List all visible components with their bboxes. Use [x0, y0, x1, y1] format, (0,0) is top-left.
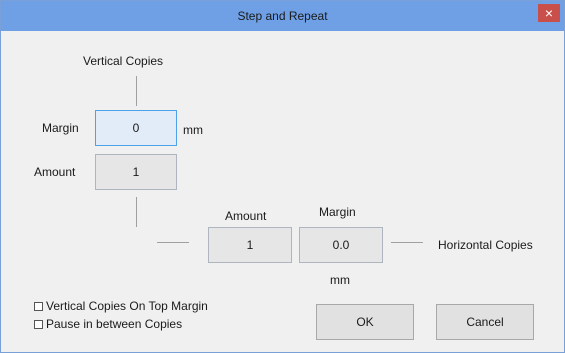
- horizontal-copies-label: Horizontal Copies: [438, 238, 533, 252]
- cancel-button[interactable]: Cancel: [436, 304, 534, 340]
- checkbox-label: Pause in between Copies: [46, 317, 183, 331]
- step-and-repeat-dialog: Step and Repeat × Vertical Copies Margin…: [0, 0, 565, 353]
- vertical-margin-input[interactable]: 0: [95, 110, 177, 146]
- vertical-connector-top: [136, 76, 137, 106]
- vertical-margin-unit: mm: [183, 123, 203, 137]
- horizontal-margin-unit: mm: [330, 273, 350, 287]
- horizontal-connector-left: [157, 242, 189, 243]
- ok-button[interactable]: OK: [316, 304, 414, 340]
- checkbox-pause-between-copies[interactable]: Pause in between Copies: [34, 317, 182, 331]
- checkbox-icon[interactable]: [34, 301, 43, 311]
- dialog-title: Step and Repeat: [237, 9, 328, 23]
- horizontal-margin-input[interactable]: 0.0: [299, 227, 383, 263]
- horizontal-amount-label: Amount: [225, 209, 267, 223]
- checkbox-label: Vertical Copies On Top Margin: [46, 299, 208, 313]
- horizontal-amount-input[interactable]: 1: [208, 227, 292, 263]
- vertical-margin-label: Margin: [42, 121, 79, 135]
- vertical-connector-bottom: [136, 197, 137, 227]
- title-bar: Step and Repeat ×: [1, 1, 564, 31]
- checkbox-icon[interactable]: [34, 319, 43, 329]
- vertical-copies-label: Vertical Copies: [83, 54, 164, 68]
- close-icon[interactable]: ×: [538, 4, 560, 22]
- checkbox-vertical-copies-top-margin[interactable]: Vertical Copies On Top Margin: [34, 299, 208, 313]
- vertical-amount-input[interactable]: 1: [95, 154, 177, 190]
- horizontal-margin-label: Margin: [319, 205, 356, 219]
- horizontal-connector-right: [391, 242, 423, 243]
- vertical-amount-label: Amount: [34, 165, 76, 179]
